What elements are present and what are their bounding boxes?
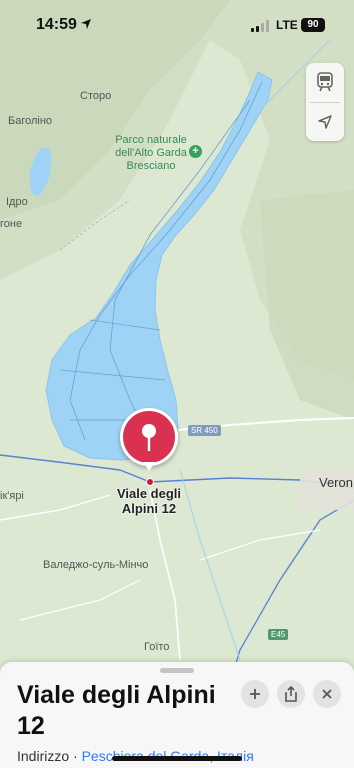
battery-level: 90 bbox=[301, 18, 325, 32]
sheet-grabber[interactable] bbox=[160, 668, 194, 673]
map-label-valeggio: Валеджо-суль-Мінчо bbox=[43, 559, 149, 571]
share-button[interactable] bbox=[277, 680, 305, 708]
map-label-bagolino: Баголіно bbox=[8, 115, 53, 127]
close-icon bbox=[322, 689, 332, 699]
map-label-goito: Гоїто bbox=[144, 641, 170, 653]
location-services-icon bbox=[81, 19, 91, 29]
road-shield-sr450: SR 450 bbox=[188, 425, 221, 436]
map-label-gone: гоне bbox=[0, 218, 23, 230]
pin-label: Viale degli Alpini 12 bbox=[116, 486, 182, 516]
park-icon: + bbox=[189, 145, 202, 158]
map-controls bbox=[306, 63, 344, 141]
cellular-signal-icon bbox=[251, 20, 271, 32]
pin-anchor-dot bbox=[146, 478, 154, 486]
home-indicator[interactable] bbox=[112, 756, 242, 761]
map-label-verona: Veron bbox=[319, 475, 353, 490]
network-type: LTE bbox=[276, 18, 298, 32]
map-label-storo: Сторо bbox=[80, 90, 112, 102]
place-type: Indirizzo · bbox=[17, 748, 82, 764]
place-card[interactable]: Viale degli Alpini 12 Indirizzo · Peschi… bbox=[0, 662, 354, 768]
transit-icon bbox=[317, 72, 333, 92]
status-bar: 14:59 LTE 90 bbox=[0, 0, 354, 48]
map-label-idro: Ідро bbox=[6, 196, 28, 208]
location-arrow-icon bbox=[318, 115, 332, 129]
status-time: 14:59 bbox=[36, 16, 77, 33]
close-button[interactable] bbox=[313, 680, 341, 708]
pushpin-icon bbox=[142, 424, 156, 451]
road-shield-e45: E45 bbox=[268, 629, 289, 640]
plus-icon bbox=[250, 689, 260, 699]
add-button[interactable] bbox=[241, 680, 269, 708]
share-icon bbox=[285, 686, 297, 702]
pin-tail bbox=[143, 462, 155, 471]
location-button[interactable] bbox=[306, 103, 344, 141]
map-label-chiari: ік'ярі bbox=[0, 490, 24, 502]
location-pin[interactable] bbox=[120, 408, 178, 466]
transit-button[interactable] bbox=[306, 63, 344, 101]
map-canvas[interactable] bbox=[0, 0, 354, 768]
place-title: Viale degli Alpini 12 bbox=[17, 681, 216, 740]
